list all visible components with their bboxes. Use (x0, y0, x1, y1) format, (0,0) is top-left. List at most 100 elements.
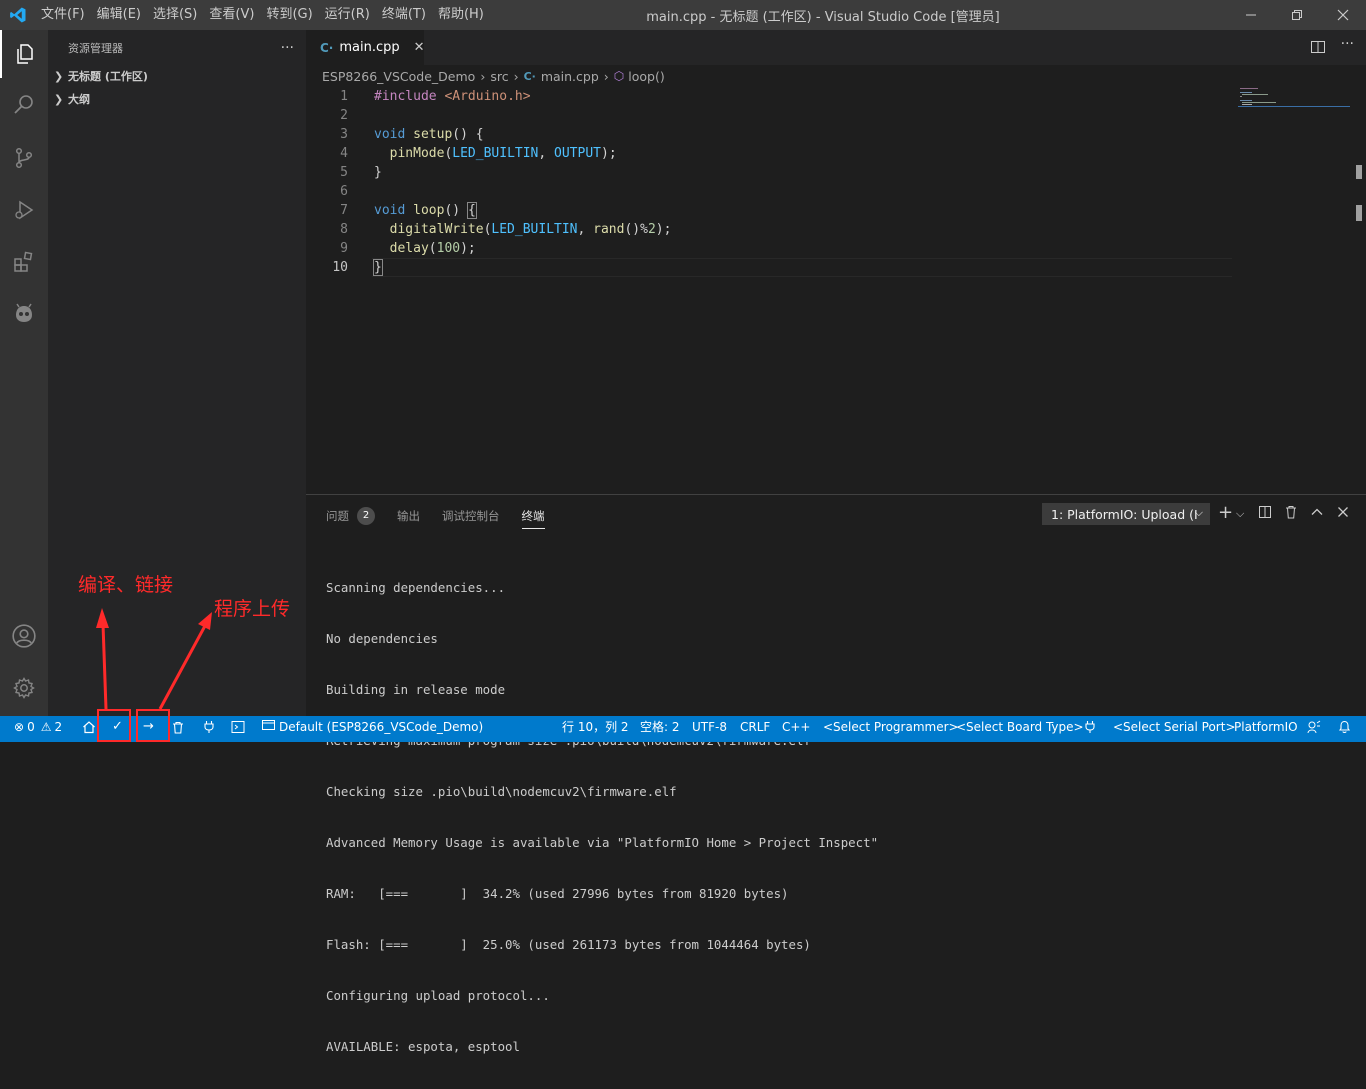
problems-status[interactable]: ⊗ 0 ⚠ 2 (14, 716, 62, 738)
window-controls (1228, 0, 1366, 30)
explorer-title: 资源管理器 (68, 41, 123, 55)
settings-gear-icon[interactable] (0, 664, 48, 712)
encoding[interactable]: UTF-8 (692, 716, 727, 738)
terminal-line: RAM: [=== ] 34.2% (used 27996 bytes from… (326, 886, 789, 901)
menu-selection[interactable]: 选择(S) (147, 0, 203, 30)
platformio-status[interactable]: PlatformIO (1234, 716, 1298, 738)
account-icon[interactable] (0, 612, 48, 660)
serial-plug-icon[interactable] (1084, 716, 1096, 738)
tab-terminal[interactable]: 终端 (521, 503, 545, 529)
explorer-icon[interactable] (0, 30, 48, 78)
project-env-switch[interactable]: Default (ESP8266_VSCode_Demo) (262, 716, 483, 738)
close-window-button[interactable] (1320, 0, 1366, 30)
terminal-output[interactable]: Scanning dependencies... No dependencies… (326, 545, 878, 1089)
notifications-bell-icon[interactable] (1338, 716, 1351, 738)
annotation-compile-link: 编译、链接 (78, 574, 174, 596)
select-programmer[interactable]: <Select Programmer> (823, 716, 959, 738)
overview-ruler-mark (1356, 205, 1362, 221)
select-serial-port[interactable]: <Select Serial Port> (1113, 716, 1236, 738)
editor-more-icon[interactable]: ··· (1341, 36, 1354, 52)
menu-go[interactable]: 转到(G) (260, 0, 318, 30)
code-editor[interactable]: 1 2 3 4 5 6 7 8 9 10 #include <Arduino.h… (306, 87, 1366, 494)
new-terminal-icon[interactable]: + (1218, 502, 1233, 523)
annotation-box-upload (136, 709, 170, 742)
platformio-home-icon[interactable] (82, 716, 96, 738)
code-line-3: void setup() { (374, 127, 484, 142)
bottom-panel: 问题 2 输出 调试控制台 终端 1: PlatformIO: Upload (I… (306, 494, 1366, 1054)
menu-help[interactable]: 帮助(H) (432, 0, 490, 30)
more-actions-icon[interactable]: ··· (281, 40, 294, 56)
breadcrumb: ESP8266_VSCode_Demo › src › C· main.cpp … (306, 65, 1366, 87)
minimize-button[interactable] (1228, 0, 1274, 30)
run-debug-icon[interactable] (0, 186, 48, 234)
split-terminal-icon[interactable] (1258, 505, 1272, 523)
code-line-7: void loop() { (374, 202, 477, 219)
extensions-icon[interactable] (0, 238, 48, 286)
search-icon[interactable] (0, 80, 48, 128)
terminal-select[interactable]: 1: PlatformIO: Upload (I ⌵ (1042, 503, 1210, 525)
cpp-file-icon: C· (523, 69, 536, 83)
annotation-box-build (97, 709, 131, 742)
workspace-section-label: 无标题 (工作区) (68, 70, 148, 83)
trash-icon[interactable] (1284, 505, 1298, 523)
error-count: 0 (27, 720, 35, 734)
clean-trash-icon[interactable] (172, 716, 184, 738)
close-panel-icon[interactable] (1336, 505, 1350, 523)
source-control-icon[interactable] (0, 134, 48, 182)
current-line-highlight (372, 258, 1232, 277)
terminal-line: Checking size .pio\build\nodemcuv2\firmw… (326, 784, 677, 799)
terminal-icon[interactable] (231, 716, 245, 738)
panel-tabs: 问题 2 输出 调试控制台 终端 (326, 503, 567, 529)
menu-run[interactable]: 运行(R) (319, 0, 376, 30)
select-board[interactable]: <Select Board Type> (956, 716, 1084, 738)
code-line-8: digitalWrite(LED_BUILTIN, rand()%2); (389, 222, 672, 237)
workspace-section[interactable]: ❯ 无标题 (工作区) (48, 65, 306, 87)
breadcrumb-src[interactable]: src (490, 69, 508, 84)
menu-view[interactable]: 查看(V) (203, 0, 260, 30)
line-number: 3 (340, 127, 348, 142)
language-mode[interactable]: C++ (782, 716, 811, 738)
tab-problems[interactable]: 问题 2 (326, 503, 375, 529)
status-bar: ⊗ 0 ⚠ 2 ✓ → Default (ESP8266_VSCode_Demo… (0, 716, 1366, 742)
terminal-line: Configuring upload protocol... (326, 988, 550, 1003)
split-editor-icon[interactable] (1310, 39, 1326, 55)
chevron-down-icon[interactable]: ⌵ (1236, 507, 1244, 521)
breadcrumb-symbol[interactable]: loop() (628, 69, 664, 84)
terminal-line: No dependencies (326, 631, 438, 646)
indentation[interactable]: 空格: 2 (640, 716, 680, 738)
tab-close-icon[interactable]: ✕ (414, 40, 425, 55)
tab-label: main.cpp (339, 40, 400, 55)
code-line-10: } (373, 259, 383, 276)
tab-main-cpp[interactable]: C· main.cpp ✕ (306, 30, 425, 65)
chevron-right-icon: › (603, 68, 609, 84)
folder-icon (262, 716, 275, 738)
maximize-panel-icon[interactable] (1310, 505, 1324, 523)
platformio-icon[interactable] (0, 290, 48, 338)
breadcrumb-file[interactable]: main.cpp (541, 69, 599, 84)
code-line-9: delay(100); (389, 241, 476, 256)
terminal-line: AVAILABLE: espota, esptool (326, 1039, 520, 1054)
activity-bar (0, 30, 48, 716)
breadcrumb-folder[interactable]: ESP8266_VSCode_Demo (322, 69, 475, 84)
overview-ruler-mark (1356, 165, 1362, 179)
outline-section[interactable]: ❯ 大纲 (48, 88, 306, 110)
title-bar: 文件(F) 编辑(E) 选择(S) 查看(V) 转到(G) 运行(R) 终端(T… (0, 0, 1366, 30)
line-ending[interactable]: CRLF (740, 716, 770, 738)
menu-file[interactable]: 文件(F) (35, 0, 91, 30)
code-line-1: #include <Arduino.h> (374, 89, 531, 104)
serial-monitor-plug-icon[interactable] (203, 716, 215, 738)
menu-terminal[interactable]: 终端(T) (376, 0, 432, 30)
cpp-file-icon: C· (320, 40, 334, 55)
method-cube-icon: ⬡ (613, 69, 625, 83)
terminal-select-value: 1: PlatformIO: Upload (I (1051, 506, 1198, 522)
cursor-position[interactable]: 行 10，列 2 (562, 716, 629, 738)
feedback-icon[interactable] (1307, 716, 1321, 738)
line-number: 9 (340, 241, 348, 256)
line-number: 1 (340, 89, 348, 104)
restore-button[interactable] (1274, 0, 1320, 30)
tab-debug-console[interactable]: 调试控制台 (442, 503, 500, 529)
tab-output[interactable]: 输出 (397, 503, 420, 529)
menu-edit[interactable]: 编辑(E) (91, 0, 147, 30)
editor-tabs: C· main.cpp ✕ ··· (306, 30, 1366, 65)
minimap[interactable] (1238, 87, 1350, 117)
